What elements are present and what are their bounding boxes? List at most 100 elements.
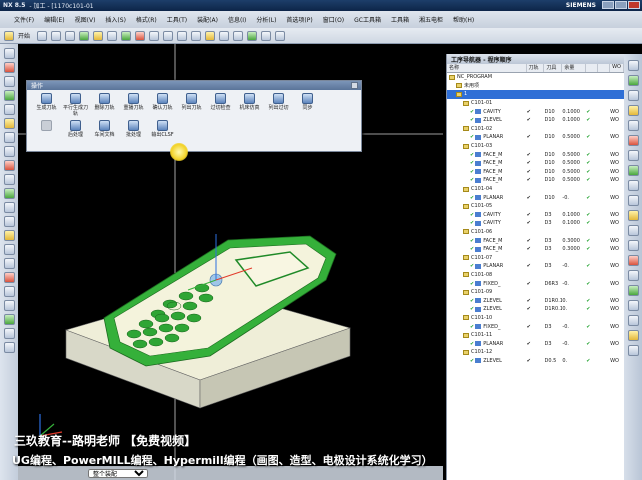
menu-item[interactable]: GC工具箱: [354, 15, 381, 24]
web-browser-icon[interactable]: [3, 118, 15, 129]
tree-row[interactable]: ✔ FACE_M ✔ D10 0.5000 ✔ WO: [447, 176, 624, 185]
program-order-view-icon[interactable]: [149, 30, 160, 41]
tree-row[interactable]: ✔ CAVITY ✔ D3 0.1000 ✔ WO: [447, 219, 624, 228]
section-icon[interactable]: [3, 230, 15, 241]
tree-row[interactable]: ✔ PLANAR ✔ D3 -0. ✔ WO: [447, 262, 624, 271]
zoom-icon[interactable]: [261, 30, 272, 41]
tree-row[interactable]: C101-11: [447, 331, 624, 340]
maximize-button[interactable]: [615, 1, 627, 9]
measure-icon[interactable]: [3, 244, 15, 255]
partial-shade-icon[interactable]: [627, 255, 639, 266]
menu-item[interactable]: 信息(I): [228, 15, 246, 24]
reuse-library-icon[interactable]: [3, 104, 15, 115]
tree-row[interactable]: ✔ ZLEVEL ✔ D0.5 0. ✔ WO: [447, 357, 624, 366]
refresh-icon[interactable]: [3, 342, 15, 353]
dialog-button[interactable]: 后处理: [62, 120, 89, 138]
new-file-icon[interactable]: [37, 30, 48, 41]
assembly-navigator-icon[interactable]: [3, 48, 15, 59]
machine-tool-view-icon[interactable]: [163, 30, 174, 41]
view-bottom-icon[interactable]: [627, 135, 639, 146]
constraint-navigator-icon[interactable]: [3, 62, 15, 73]
column-header[interactable]: 刀具: [544, 64, 563, 72]
history-icon[interactable]: [3, 132, 15, 143]
paste-icon[interactable]: [233, 30, 244, 41]
roles-icon[interactable]: [3, 160, 15, 171]
column-header[interactable]: 名称: [447, 64, 527, 72]
part-navigator-icon[interactable]: [3, 76, 15, 87]
zoom-fit-icon[interactable]: [627, 300, 639, 311]
tree-row[interactable]: ✔ CAVITY ✔ D3 0.1000 ✔ WO: [447, 211, 624, 220]
pan-icon[interactable]: [627, 315, 639, 326]
dialog-button[interactable]: 车间文档: [91, 120, 118, 138]
tree-row[interactable]: ✔ ZLEVEL ✔ D1R0.1 0. ✔ WO: [447, 305, 624, 314]
tree-row[interactable]: ✔ FIXED_ ✔ D6R3 -0. ✔ WO: [447, 279, 624, 288]
studio-icon[interactable]: [627, 225, 639, 236]
tree-row[interactable]: C101-04: [447, 185, 624, 194]
dialog-button[interactable]: 确认刀轨: [149, 93, 176, 117]
dialog-button[interactable]: 列出刀轨: [178, 93, 205, 117]
tree-row[interactable]: ✔ PLANAR ✔ D3 -0. ✔ WO: [447, 339, 624, 348]
tree-row[interactable]: NC_PROGRAM: [447, 73, 624, 82]
tree-row[interactable]: ✔ FACE_M ✔ D3 0.3000 ✔ WO: [447, 245, 624, 254]
tree-row[interactable]: ✔ ZLEVEL ✔ D1R0.1 0. ✔ WO: [447, 296, 624, 305]
minimize-button[interactable]: [602, 1, 614, 9]
cut-icon[interactable]: [205, 30, 216, 41]
dialog-button[interactable]: 删除刀轨: [91, 93, 118, 117]
tree-row[interactable]: C101-09: [447, 288, 624, 297]
tree-row[interactable]: ✔ FIXED_ ✔ D3 -0. ✔ WO: [447, 322, 624, 331]
system-materials-icon[interactable]: [3, 146, 15, 157]
menu-item[interactable]: 装配(A): [197, 15, 218, 24]
tree-row[interactable]: C101-06: [447, 228, 624, 237]
create-geometry-icon[interactable]: [107, 30, 118, 41]
shade-icon[interactable]: [3, 202, 15, 213]
tree-row[interactable]: ✔ ZLEVEL ✔ D10 0.1000 ✔ WO: [447, 116, 624, 125]
dialog-button[interactable]: 生成刀轨: [33, 93, 60, 117]
rotate-icon[interactable]: [275, 30, 286, 41]
show-icon[interactable]: [3, 328, 15, 339]
selection-icon[interactable]: [3, 286, 15, 297]
column-header[interactable]: 余量: [562, 64, 587, 72]
view-trimetric-icon[interactable]: [627, 165, 639, 176]
tree-row[interactable]: ✔ PLANAR ✔ D10 -0. ✔ WO: [447, 193, 624, 202]
copy-icon[interactable]: [219, 30, 230, 41]
dialog-button[interactable]: 机床仿真: [236, 93, 263, 117]
geometry-view-icon[interactable]: [177, 30, 188, 41]
tree-row[interactable]: C101-02: [447, 125, 624, 134]
dialog-close-icon[interactable]: [351, 82, 358, 89]
dialog-button[interactable]: 过切检查: [207, 93, 234, 117]
create-program-icon[interactable]: [79, 30, 90, 41]
tree-row[interactable]: 未用项: [447, 82, 624, 91]
tree-row[interactable]: ✔ FACE_M ✔ D3 0.3000 ✔ WO: [447, 236, 624, 245]
shaded-icon[interactable]: [627, 195, 639, 206]
tree-row[interactable]: C101-12: [447, 348, 624, 357]
operation-navigator-icon[interactable]: [3, 90, 15, 101]
close-button[interactable]: [628, 1, 640, 9]
dialog-button[interactable]: 平行生成刀轨: [62, 93, 89, 117]
menu-item[interactable]: 编辑(E): [44, 15, 64, 24]
dialog-button[interactable]: 列出过切: [265, 93, 292, 117]
tree-row[interactable]: ✔ PLANAR ✔ D10 0.5000 ✔ WO: [447, 133, 624, 142]
menu-item[interactable]: 工具箱: [391, 15, 409, 24]
menu-item[interactable]: 格式(R): [136, 15, 157, 24]
tree-row[interactable]: ✔ FACE_M ✔ D10 0.5000 ✔ WO: [447, 168, 624, 177]
snap-icon[interactable]: [3, 258, 15, 269]
view-top-icon[interactable]: [627, 75, 639, 86]
menu-item[interactable]: 文件(F): [14, 15, 34, 24]
start-button-label[interactable]: 开始: [18, 31, 30, 40]
operation-dialog[interactable]: 操作 生成刀轨 平行生成刀轨 删除刀轨 重播刀轨 确认刀轨 列出刀轨 过切检查 机床仿真 列出过…: [26, 80, 362, 152]
start-icon[interactable]: [4, 30, 14, 41]
translucency-icon[interactable]: [627, 270, 639, 281]
create-tool-icon[interactable]: [93, 30, 104, 41]
view-right-icon[interactable]: [627, 90, 639, 101]
create-method-icon[interactable]: [121, 30, 132, 41]
restore-view-icon[interactable]: [627, 345, 639, 356]
phone-part-model[interactable]: [60, 230, 360, 420]
menu-item[interactable]: 插入(S): [105, 15, 126, 24]
menu-item[interactable]: 工具(T): [167, 15, 187, 24]
dialog-button[interactable]: 重播刀轨: [120, 93, 147, 117]
column-header[interactable]: WO: [610, 64, 624, 72]
perspective-icon[interactable]: [627, 285, 639, 296]
dialog-button[interactable]: 同步: [294, 93, 321, 117]
filter-icon[interactable]: [3, 272, 15, 283]
tree-row[interactable]: C101-03: [447, 142, 624, 151]
